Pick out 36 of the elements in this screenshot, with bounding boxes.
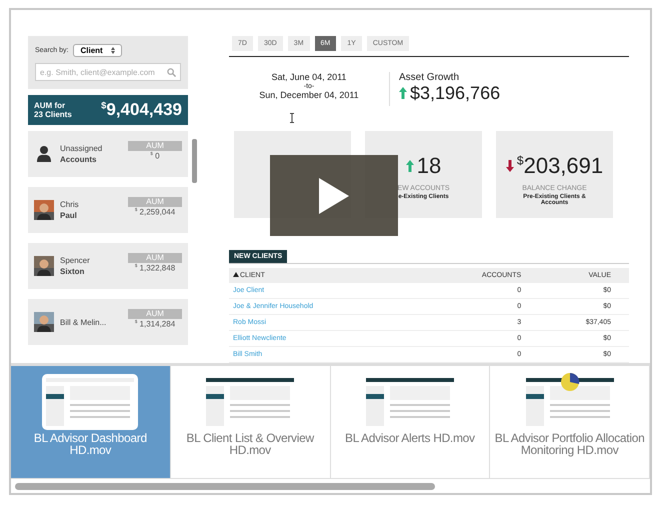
video-title: BL Advisor Portfolio Allocation Monitoring HD.mov [494, 432, 645, 456]
client-last-name: Paul [60, 210, 78, 221]
search-field[interactable]: e.g. Smith, client@example.com [35, 63, 181, 81]
playlist-item[interactable]: BL Advisor Dashboard HD.mov [11, 366, 171, 478]
client-last-name: Sixton [60, 266, 86, 277]
updown-icon [110, 47, 115, 54]
text-cursor-icon [289, 112, 295, 123]
scrollbar[interactable] [192, 139, 197, 183]
play-icon [319, 178, 349, 214]
playlist-item[interactable]: BL Advisor Alerts HD.mov [330, 366, 490, 478]
end-date: Sun, December 04, 2011 [259, 90, 359, 101]
aum-tag: AUM [128, 253, 182, 263]
client-first-name: Bill & Melin... [60, 316, 108, 328]
search-icon [167, 68, 176, 76]
stat-value: 18 [416, 153, 442, 180]
person-icon [34, 144, 54, 164]
asset-growth-amount: $3,196,766 [410, 82, 500, 104]
client-count: 23 Clients [34, 110, 72, 119]
aum-label: AUM for [34, 101, 66, 110]
scrollbar[interactable] [15, 482, 435, 490]
client-last-name: Accounts [60, 154, 98, 165]
aum-total: $^{$}$9,404,439 [101, 100, 182, 120]
video-title: BL Advisor Alerts HD.mov [344, 432, 476, 444]
aum-tag: AUM [128, 197, 182, 207]
client-first-name: Spencer [60, 255, 91, 266]
asset-growth-title: Asset Growth [399, 72, 460, 83]
aum-tag: AUM [128, 309, 182, 319]
video-title: BL Advisor Dashboard HD.mov [32, 432, 148, 456]
stat-value: $^{$}$203,691 [516, 153, 604, 180]
aum-tag: AUM [128, 141, 182, 151]
client-first-name: Chris [60, 199, 80, 210]
play-button[interactable] [270, 155, 398, 236]
video-title: BL Client List & Overview HD.mov [185, 432, 316, 456]
client-first-name: Unassigned [60, 143, 104, 154]
start-date: Sat, June 04, 2011 [272, 72, 346, 83]
search-by-select[interactable]: Client [73, 44, 122, 57]
